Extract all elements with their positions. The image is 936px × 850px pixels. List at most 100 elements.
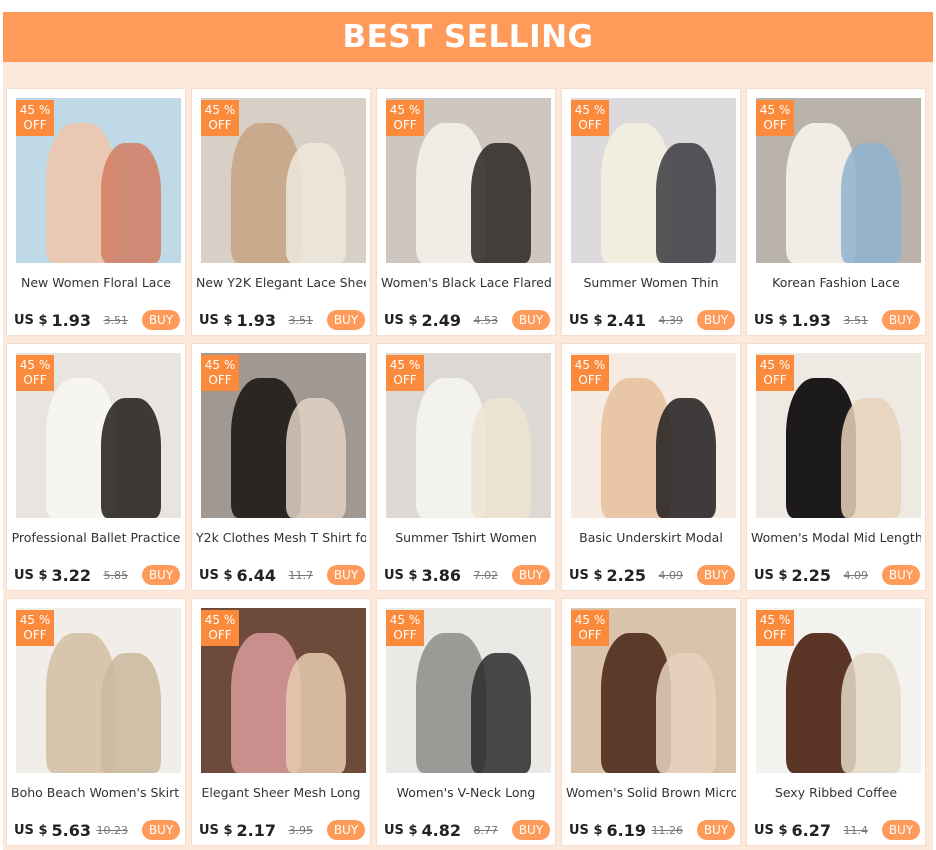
original-price: 4.09 xyxy=(843,568,869,582)
price-row: US $ 5.63 10.23 BUY xyxy=(14,819,180,841)
product-title[interactable]: Women's Modal Mid Length xyxy=(751,530,921,545)
original-price: 3.95 xyxy=(288,823,314,837)
original-price: 11.7 xyxy=(288,568,314,582)
product-card[interactable]: 45 % OFF Women's Modal Mid Length US $ 2… xyxy=(746,343,926,591)
buy-button[interactable]: BUY xyxy=(327,820,365,840)
discount-off: OFF xyxy=(763,118,787,132)
product-grid: 45 % OFF New Women Floral Lace US $ 1.93… xyxy=(6,88,926,846)
product-card[interactable]: 45 % OFF Korean Fashion Lace US $ 1.93 3… xyxy=(746,88,926,336)
product-title[interactable]: Korean Fashion Lace xyxy=(751,275,921,290)
product-image-shape xyxy=(841,143,901,263)
discount-badge: 45 % OFF xyxy=(756,355,794,391)
currency-label: US $ xyxy=(14,822,48,838)
original-price: 3.51 xyxy=(843,313,869,327)
price-row: US $ 1.93 3.51 BUY xyxy=(14,309,180,331)
product-card[interactable]: 45 % OFF Basic Underskirt Modal US $ 2.2… xyxy=(561,343,741,591)
product-card[interactable]: 45 % OFF Boho Beach Women's Skirt - US $… xyxy=(6,598,186,846)
buy-button[interactable]: BUY xyxy=(327,565,365,585)
product-title[interactable]: Boho Beach Women's Skirt - xyxy=(11,785,181,800)
currency-label: US $ xyxy=(199,312,233,328)
buy-button[interactable]: BUY xyxy=(327,310,365,330)
price-row: US $ 2.49 4.53 BUY xyxy=(384,309,550,331)
sale-price: 1.93 xyxy=(236,310,276,330)
discount-badge: 45 % OFF xyxy=(756,610,794,646)
sale-price: 4.82 xyxy=(421,820,461,840)
discount-percent: 45 % xyxy=(389,103,421,117)
price-row: US $ 1.93 3.51 BUY xyxy=(199,309,365,331)
price-row: US $ 1.93 3.51 BUY xyxy=(754,309,920,331)
product-card[interactable]: 45 % OFF Y2k Clothes Mesh T Shirt for US… xyxy=(191,343,371,591)
product-title[interactable]: New Women Floral Lace xyxy=(11,275,181,290)
buy-button[interactable]: BUY xyxy=(882,310,920,330)
product-title[interactable]: Sexy Ribbed Coffee xyxy=(751,785,921,800)
buy-button[interactable]: BUY xyxy=(512,310,550,330)
product-card[interactable]: 45 % OFF Elegant Sheer Mesh Long US $ 2.… xyxy=(191,598,371,846)
product-card[interactable]: 45 % OFF Women's Solid Brown Micro US $ … xyxy=(561,598,741,846)
sale-price: 3.86 xyxy=(421,565,461,585)
product-image-shape xyxy=(656,653,716,773)
currency-label: US $ xyxy=(384,822,418,838)
product-card[interactable]: 45 % OFF New Women Floral Lace US $ 1.93… xyxy=(6,88,186,336)
buy-button[interactable]: BUY xyxy=(882,820,920,840)
product-image-shape xyxy=(101,653,161,773)
buy-button[interactable]: BUY xyxy=(882,565,920,585)
product-title[interactable]: Women's Solid Brown Micro xyxy=(566,785,736,800)
product-image-shape xyxy=(101,398,161,518)
product-title[interactable]: Summer Tshirt Women xyxy=(381,530,551,545)
page-title: BEST SELLING xyxy=(342,19,594,55)
sale-price: 2.17 xyxy=(236,820,276,840)
discount-percent: 45 % xyxy=(19,103,51,117)
product-card[interactable]: 45 % OFF Summer Women Thin US $ 2.41 4.3… xyxy=(561,88,741,336)
discount-badge: 45 % OFF xyxy=(386,355,424,391)
product-title[interactable]: Women's Black Lace Flared xyxy=(381,275,551,290)
currency-label: US $ xyxy=(384,567,418,583)
original-price: 11.26 xyxy=(651,823,684,837)
product-card[interactable]: 45 % OFF New Y2K Elegant Lace Sheer US $… xyxy=(191,88,371,336)
discount-off: OFF xyxy=(208,628,232,642)
product-card[interactable]: 45 % OFF Sexy Ribbed Coffee US $ 6.27 11… xyxy=(746,598,926,846)
product-image-shape xyxy=(286,398,346,518)
product-title[interactable]: Elegant Sheer Mesh Long xyxy=(196,785,366,800)
product-card[interactable]: 45 % OFF Summer Tshirt Women US $ 3.86 7… xyxy=(376,343,556,591)
buy-button[interactable]: BUY xyxy=(142,565,180,585)
product-title[interactable]: Y2k Clothes Mesh T Shirt for xyxy=(196,530,366,545)
discount-off: OFF xyxy=(393,118,417,132)
price-row: US $ 6.19 11.26 BUY xyxy=(569,819,735,841)
price-row: US $ 6.44 11.7 BUY xyxy=(199,564,365,586)
buy-button[interactable]: BUY xyxy=(512,565,550,585)
product-title[interactable]: Summer Women Thin xyxy=(566,275,736,290)
product-title[interactable]: Basic Underskirt Modal xyxy=(566,530,736,545)
buy-button[interactable]: BUY xyxy=(697,310,735,330)
original-price: 5.85 xyxy=(103,568,129,582)
discount-off: OFF xyxy=(578,118,602,132)
price-row: US $ 2.17 3.95 BUY xyxy=(199,819,365,841)
product-card[interactable]: 45 % OFF Professional Ballet Practice US… xyxy=(6,343,186,591)
price-row: US $ 4.82 8.77 BUY xyxy=(384,819,550,841)
product-title[interactable]: Professional Ballet Practice xyxy=(11,530,181,545)
discount-off: OFF xyxy=(393,628,417,642)
original-price: 4.39 xyxy=(658,313,684,327)
currency-label: US $ xyxy=(199,567,233,583)
price-row: US $ 2.25 4.09 BUY xyxy=(569,564,735,586)
buy-button[interactable]: BUY xyxy=(512,820,550,840)
buy-button[interactable]: BUY xyxy=(697,820,735,840)
discount-badge: 45 % OFF xyxy=(16,100,54,136)
sale-price: 1.93 xyxy=(51,310,91,330)
discount-off: OFF xyxy=(393,373,417,387)
discount-badge: 45 % OFF xyxy=(16,610,54,646)
product-image-shape xyxy=(471,398,531,518)
discount-off: OFF xyxy=(763,628,787,642)
discount-badge: 45 % OFF xyxy=(201,610,239,646)
price-row: US $ 3.86 7.02 BUY xyxy=(384,564,550,586)
buy-button[interactable]: BUY xyxy=(697,565,735,585)
buy-button[interactable]: BUY xyxy=(142,820,180,840)
product-card[interactable]: 45 % OFF Women's Black Lace Flared US $ … xyxy=(376,88,556,336)
buy-button[interactable]: BUY xyxy=(142,310,180,330)
sale-price: 6.27 xyxy=(791,820,831,840)
currency-label: US $ xyxy=(14,312,48,328)
product-title[interactable]: New Y2K Elegant Lace Sheer xyxy=(196,275,366,290)
product-title[interactable]: Women's V-Neck Long xyxy=(381,785,551,800)
product-image-shape xyxy=(841,653,901,773)
discount-percent: 45 % xyxy=(204,613,236,627)
product-card[interactable]: 45 % OFF Women's V-Neck Long US $ 4.82 8… xyxy=(376,598,556,846)
